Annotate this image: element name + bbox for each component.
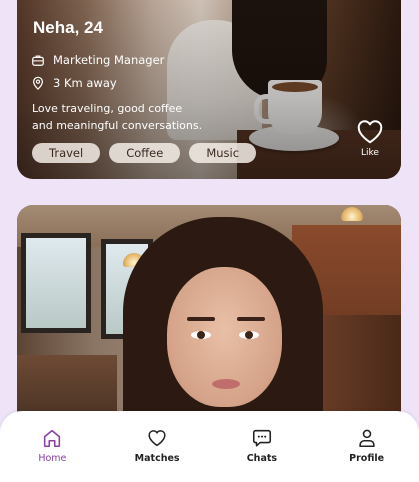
distance-row: 3 Km away	[31, 76, 117, 90]
tag-travel[interactable]: Travel	[32, 143, 101, 163]
job-row: Marketing Manager	[31, 53, 164, 67]
like-label: Like	[361, 148, 379, 158]
nav-home[interactable]: Home	[12, 411, 92, 464]
chat-icon	[252, 429, 271, 447]
nav-profile[interactable]: Profile	[327, 411, 407, 464]
location-pin-icon	[33, 76, 43, 90]
heart-icon	[148, 430, 166, 447]
photo-window	[21, 233, 91, 333]
like-button[interactable]: Like	[354, 117, 386, 158]
photo-lips	[212, 379, 240, 389]
photo-face	[167, 267, 282, 407]
nav-matches[interactable]: Matches	[117, 411, 197, 464]
interest-tags: Travel Coffee Music	[32, 143, 257, 163]
nav-matches-label: Matches	[134, 453, 180, 464]
nav-profile-label: Profile	[349, 453, 385, 464]
user-icon	[358, 429, 375, 448]
profile-bio: Love traveling, good coffee and meaningf…	[32, 100, 232, 134]
profile-name: Neha, 24	[33, 18, 103, 37]
home-icon	[44, 429, 61, 448]
tag-coffee[interactable]: Coffee	[109, 143, 181, 163]
bio-line-2: and meaningful conversations.	[32, 119, 203, 132]
profile-card-next[interactable]	[17, 205, 401, 445]
briefcase-icon	[32, 55, 44, 66]
app-screen: Neha, 24 Marketing Manager 3 Km away Lov…	[0, 0, 419, 482]
nav-home-label: Home	[38, 453, 67, 464]
bottom-nav: Home Matches Chats Profile	[0, 411, 419, 482]
heart-outline-icon	[357, 120, 383, 144]
profile-card[interactable]: Neha, 24 Marketing Manager 3 Km away Lov…	[17, 0, 401, 179]
nav-chats-label: Chats	[246, 453, 278, 464]
distance-text: 3 Km away	[53, 76, 117, 90]
nav-chats[interactable]: Chats	[222, 411, 302, 464]
job-title: Marketing Manager	[53, 53, 165, 67]
tag-music[interactable]: Music	[189, 143, 257, 163]
bio-line-1: Love traveling, good coffee	[32, 102, 183, 115]
